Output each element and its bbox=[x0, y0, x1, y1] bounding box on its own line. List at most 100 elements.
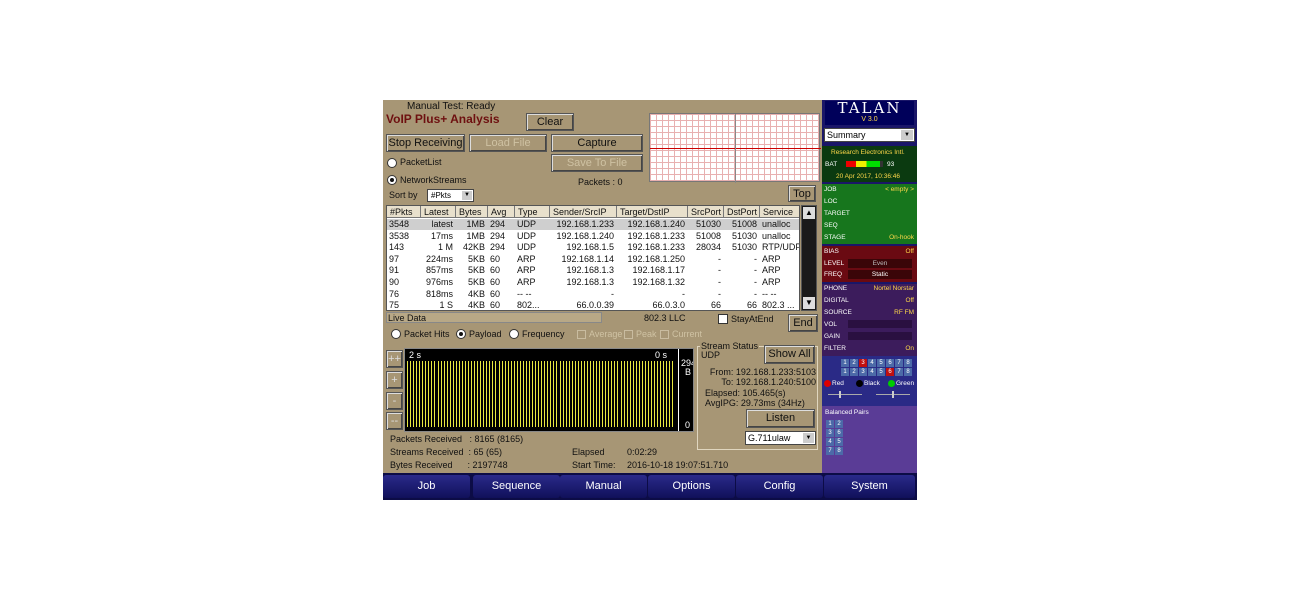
pin-button[interactable]: 2 bbox=[850, 359, 858, 367]
pair-button[interactable]: 6 bbox=[835, 429, 843, 437]
pin-button[interactable]: 4 bbox=[868, 359, 876, 367]
freq-label: FREQ bbox=[824, 271, 843, 278]
pin-button[interactable]: 4 bbox=[868, 368, 876, 376]
pair-button[interactable]: 5 bbox=[835, 438, 843, 446]
show-all-button[interactable]: Show All bbox=[764, 345, 815, 364]
column-header[interactable]: #Pkts bbox=[387, 206, 421, 218]
pin-button[interactable]: 6 bbox=[886, 359, 894, 367]
pair-button[interactable]: 2 bbox=[835, 420, 843, 428]
table-cell: 60 bbox=[490, 265, 501, 276]
nav-job-button[interactable]: Job bbox=[383, 475, 470, 498]
table-cell: 4KB bbox=[467, 288, 485, 299]
slider-left-icon[interactable] bbox=[828, 394, 862, 395]
pin-button[interactable]: 8 bbox=[904, 368, 912, 376]
scroll-down-icon[interactable]: ▼ bbox=[803, 297, 815, 309]
table-row[interactable]: 3538 17ms 1MB 294 UDP 192.168.1.240 192.168.1.… bbox=[387, 230, 799, 242]
pin-button[interactable]: 5 bbox=[877, 359, 885, 367]
payload-bar bbox=[666, 361, 668, 427]
top-button[interactable]: Top bbox=[788, 185, 816, 202]
nav-config-button[interactable]: Config bbox=[736, 475, 823, 498]
capture-button[interactable]: Capture bbox=[551, 134, 643, 152]
zoom-in-button[interactable]: + bbox=[386, 371, 403, 389]
end-button[interactable]: End bbox=[788, 314, 818, 332]
table-row[interactable]: 90 976ms 5KB 60 ARP 192.168.1.3 192.168.1.32 - -… bbox=[387, 277, 799, 288]
bytes-received: Bytes Received : 2197748 bbox=[390, 460, 508, 470]
table-row[interactable]: 91 857ms 5KB 60 ARP 192.168.1.3 192.168.1.17 - -… bbox=[387, 265, 799, 276]
table-row[interactable]: 75 1 S 4KB 60 802... 66.0.0.39 66.0.3.0 66 66 802… bbox=[387, 300, 799, 310]
nav-system-button[interactable]: System bbox=[824, 475, 915, 498]
zoom-in-max-button[interactable]: ++ bbox=[386, 350, 403, 368]
chevron-down-icon: ▼ bbox=[803, 433, 814, 443]
stop-receiving-button[interactable]: Stop Receiving bbox=[386, 134, 465, 152]
table-cell: 1MB bbox=[466, 230, 485, 241]
pin-button[interactable]: 2 bbox=[850, 368, 858, 376]
column-header[interactable]: DstPort bbox=[724, 206, 760, 218]
pin-button[interactable]: 3 bbox=[859, 359, 867, 367]
pair-button[interactable]: 4 bbox=[826, 438, 834, 446]
payload-bar bbox=[660, 361, 662, 427]
column-header[interactable]: Avg bbox=[488, 206, 515, 218]
pin-button[interactable]: 1 bbox=[841, 359, 849, 367]
scroll-up-icon[interactable]: ▲ bbox=[803, 207, 815, 219]
pair-button[interactable]: 3 bbox=[826, 429, 834, 437]
network-streams-radio[interactable] bbox=[387, 175, 397, 185]
listen-button[interactable]: Listen bbox=[746, 409, 815, 428]
payload-bar bbox=[446, 361, 448, 427]
table-row[interactable]: 143 1 M 42KB 294 UDP 192.168.1.5 192.168.1.233… bbox=[387, 242, 799, 253]
pin-button[interactable]: 6 bbox=[886, 368, 894, 376]
pin-button[interactable]: 5 bbox=[877, 368, 885, 376]
column-header[interactable]: Type bbox=[515, 206, 550, 218]
pin-button[interactable]: 7 bbox=[895, 368, 903, 376]
gain-bar[interactable] bbox=[848, 332, 912, 340]
pair-button[interactable]: 8 bbox=[835, 447, 843, 455]
table-scrollbar[interactable]: ▲ ▼ bbox=[801, 205, 817, 311]
pin-button[interactable]: 7 bbox=[895, 359, 903, 367]
table-cell: 192.168.1.3 bbox=[566, 277, 614, 287]
packet-list-radio[interactable] bbox=[387, 158, 397, 168]
column-header[interactable]: Service bbox=[760, 206, 799, 218]
payload-bar bbox=[474, 361, 476, 427]
average-checkbox[interactable] bbox=[577, 330, 586, 339]
payload-bar bbox=[477, 361, 479, 427]
vol-bar[interactable] bbox=[848, 320, 912, 328]
payload-bar bbox=[641, 361, 643, 427]
column-header[interactable]: Target/DstIP bbox=[617, 206, 688, 218]
nav-sequence-button[interactable]: Sequence bbox=[473, 475, 560, 498]
sort-by-select[interactable]: #Pkts ▼ bbox=[427, 189, 474, 202]
zoom-out-button[interactable]: - bbox=[386, 392, 403, 410]
frequency-radio[interactable] bbox=[509, 329, 519, 339]
sort-by-value: #Pkts bbox=[431, 191, 452, 200]
codec-select[interactable]: G.711ulaw ▼ bbox=[745, 431, 816, 445]
save-to-file-button[interactable]: Save To File bbox=[551, 154, 643, 172]
current-checkbox[interactable] bbox=[660, 330, 669, 339]
nav-options-button[interactable]: Options bbox=[648, 475, 735, 498]
stream-from: From: 192.168.1.233:5103 bbox=[709, 367, 816, 377]
column-header[interactable]: Bytes bbox=[456, 206, 488, 218]
table-row[interactable]: 76 818ms 4KB 60 -- -- - - - - -- -- bbox=[387, 288, 799, 300]
network-streams-label: NetworkStreams bbox=[400, 175, 467, 185]
pin-button[interactable]: 3 bbox=[859, 368, 867, 376]
table-cell: 5KB bbox=[467, 253, 485, 264]
load-file-button[interactable]: Load File bbox=[469, 134, 547, 152]
view-select[interactable]: Summary ▼ bbox=[824, 128, 915, 142]
payload-bar bbox=[663, 361, 665, 427]
column-header[interactable]: Sender/SrcIP bbox=[550, 206, 617, 218]
clear-button[interactable]: Clear bbox=[526, 113, 574, 131]
seq-label: SEQ bbox=[824, 222, 838, 229]
stream-avg-ipg: AvgIPG: 29.73ms (34Hz) bbox=[705, 398, 805, 408]
column-header[interactable]: Latest bbox=[421, 206, 456, 218]
zoom-out-max-button[interactable]: -- bbox=[386, 412, 403, 430]
nav-manual-button[interactable]: Manual bbox=[560, 475, 647, 498]
column-header[interactable]: SrcPort bbox=[688, 206, 724, 218]
table-row[interactable]: 3548 latest 1MB 294 UDP 192.168.1.233 192.168.… bbox=[387, 219, 799, 231]
peak-checkbox[interactable] bbox=[624, 330, 633, 339]
stay-at-end-checkbox[interactable] bbox=[718, 314, 728, 324]
payload-radio[interactable] bbox=[456, 329, 466, 339]
packet-hits-radio[interactable] bbox=[391, 329, 401, 339]
pair-button[interactable]: 1 bbox=[826, 420, 834, 428]
table-row[interactable]: 97 224ms 5KB 60 ARP 192.168.1.14 192.168.1.250… bbox=[387, 253, 799, 265]
pin-button[interactable]: 1 bbox=[841, 368, 849, 376]
payload-bar bbox=[483, 361, 485, 427]
pin-button[interactable]: 8 bbox=[904, 359, 912, 367]
pair-button[interactable]: 7 bbox=[826, 447, 834, 455]
